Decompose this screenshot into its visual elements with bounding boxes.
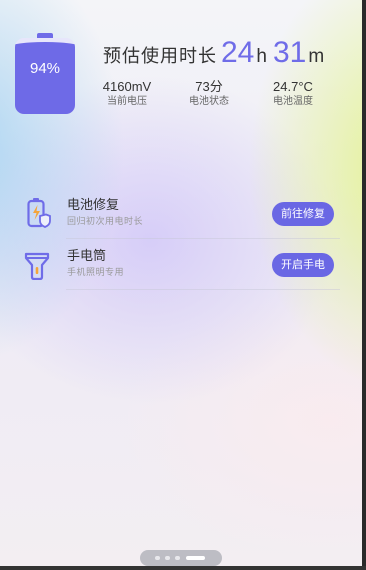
tool-row-flashlight: 手电筒 手机照明专用 开启手电 <box>22 244 340 290</box>
usage-estimate: 预估使用时长 24 h 31 m <box>103 36 326 70</box>
page-dot[interactable] <box>175 556 180 560</box>
page-dot[interactable] <box>165 556 170 560</box>
row-divider <box>66 238 340 239</box>
tool-subtitle: 手机照明专用 <box>67 268 125 278</box>
stat-label: 电池温度 <box>273 96 313 107</box>
battery-gauge: 94% <box>15 33 75 114</box>
stat-battery-health: 73分 电池状态 <box>181 78 237 109</box>
tool-title: 电池修复 <box>67 198 120 213</box>
battery-fill <box>15 49 75 114</box>
flashlight-icon <box>22 248 52 281</box>
stat-value: 24.7°C <box>273 79 313 94</box>
battery-repair-icon <box>22 197 52 229</box>
page-indicator[interactable] <box>140 550 222 566</box>
estimate-minutes: 31 <box>272 36 307 69</box>
row-divider <box>66 289 340 290</box>
page-dot-active[interactable] <box>186 556 205 560</box>
estimate-hours: 24 <box>221 36 255 69</box>
estimate-hours-unit: h <box>256 46 267 67</box>
tool-row-battery-repair: 电池修复 回归初次用电时长 前往修复 <box>22 193 340 239</box>
stat-label: 当前电压 <box>107 96 147 107</box>
battery-repair-button[interactable]: 前往修复 <box>272 202 334 226</box>
stat-value: 73分 <box>195 79 223 94</box>
battery-wave <box>15 42 75 56</box>
page-dot[interactable] <box>155 556 160 560</box>
estimate-minutes-unit: m <box>308 46 325 67</box>
window-edge <box>362 0 366 570</box>
stat-label: 电池状态 <box>189 96 229 107</box>
stat-temperature: 24.7°C 电池温度 <box>263 78 323 109</box>
estimate-label: 预估使用时长 <box>103 46 217 67</box>
flashlight-toggle-button[interactable]: 开启手电 <box>272 253 334 277</box>
stat-value: 4160mV <box>102 79 152 94</box>
tool-subtitle: 回归初次用电时长 <box>67 217 144 227</box>
battery-percent: 94% <box>29 60 61 77</box>
stat-voltage: 4160mV 当前电压 <box>98 78 156 109</box>
window-edge <box>0 566 366 570</box>
tool-title: 手电筒 <box>67 249 107 264</box>
